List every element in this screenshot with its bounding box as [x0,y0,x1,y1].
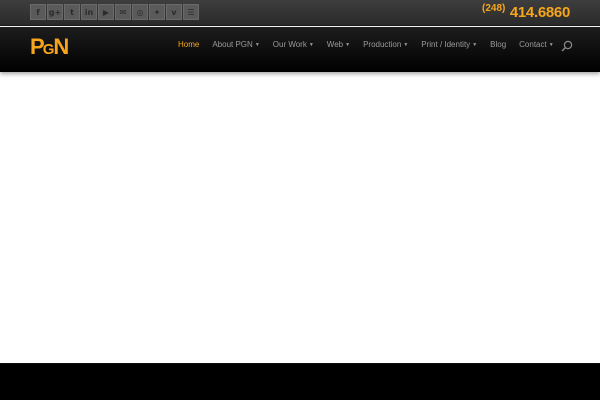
chevron-down-icon: ▼ [472,42,478,48]
google-plus-icon[interactable]: g+ [47,4,63,20]
phone-area-code: (248) [482,3,506,14]
menu-item-contact[interactable]: Contact ▼ [519,40,554,50]
menu-item-production[interactable]: Production ▼ [363,40,408,50]
chevron-down-icon: ▼ [345,42,351,48]
pgn-logo[interactable]: P G N [30,34,69,60]
main-nav-bar: P G N Home About PGN ▼ Our Work ▼ Web ▼ Product… [0,27,600,72]
top-bar: f g+ t in ▶ ✉ ◎ ✦ v ☰ (248) 414.6860 [0,0,600,26]
chevron-down-icon: ▼ [254,42,260,48]
menu-item-label: Contact [519,40,547,49]
menu-item-label: About PGN [212,40,253,49]
menu-item-label: Web [326,40,344,49]
phone-number[interactable]: (248) 414.6860 [482,3,570,22]
menu-item-our-work[interactable]: Our Work ▼ [273,40,314,50]
menu-item-label: Blog [490,40,507,49]
rss-icon[interactable]: ☰ [183,4,199,20]
main-menu: Home About PGN ▼ Our Work ▼ Web ▼ Production ▼ Pr… [178,40,567,50]
facebook-icon[interactable]: f [30,4,46,20]
menu-item-label: Production [363,40,402,49]
menu-item-web[interactable]: Web ▼ [327,40,350,50]
search-icon[interactable] [561,40,573,52]
pinterest-icon[interactable]: ✦ [149,4,165,20]
vimeo-icon[interactable]: v [166,4,182,20]
email-icon[interactable]: ✉ [115,4,131,20]
menu-item-home[interactable]: Home [178,40,199,50]
menu-item-blog[interactable]: Blog [490,40,506,50]
youtube-icon[interactable]: ▶ [98,4,114,20]
linkedin-icon[interactable]: in [81,4,97,20]
menu-item-about-pgn[interactable]: About PGN ▼ [212,40,259,50]
footer-bar [0,363,600,400]
menu-item-label: Our Work [272,40,307,49]
chevron-down-icon: ▼ [403,42,409,48]
menu-item-label: Print / Identity [421,40,471,49]
logo-letter-n: N [53,34,70,59]
social-icons: f g+ t in ▶ ✉ ◎ ✦ v ☰ [30,4,199,20]
dribbble-icon[interactable]: ◎ [132,4,148,20]
chevron-down-icon: ▼ [308,42,314,48]
chevron-down-icon: ▼ [548,42,554,48]
menu-item-label: Home [178,40,200,49]
menu-item-print-identity[interactable]: Print / Identity ▼ [421,40,477,50]
logo-letter-p: P [30,34,45,59]
twitter-icon[interactable]: t [64,4,80,20]
phone-digits: 414.6860 [509,4,570,21]
